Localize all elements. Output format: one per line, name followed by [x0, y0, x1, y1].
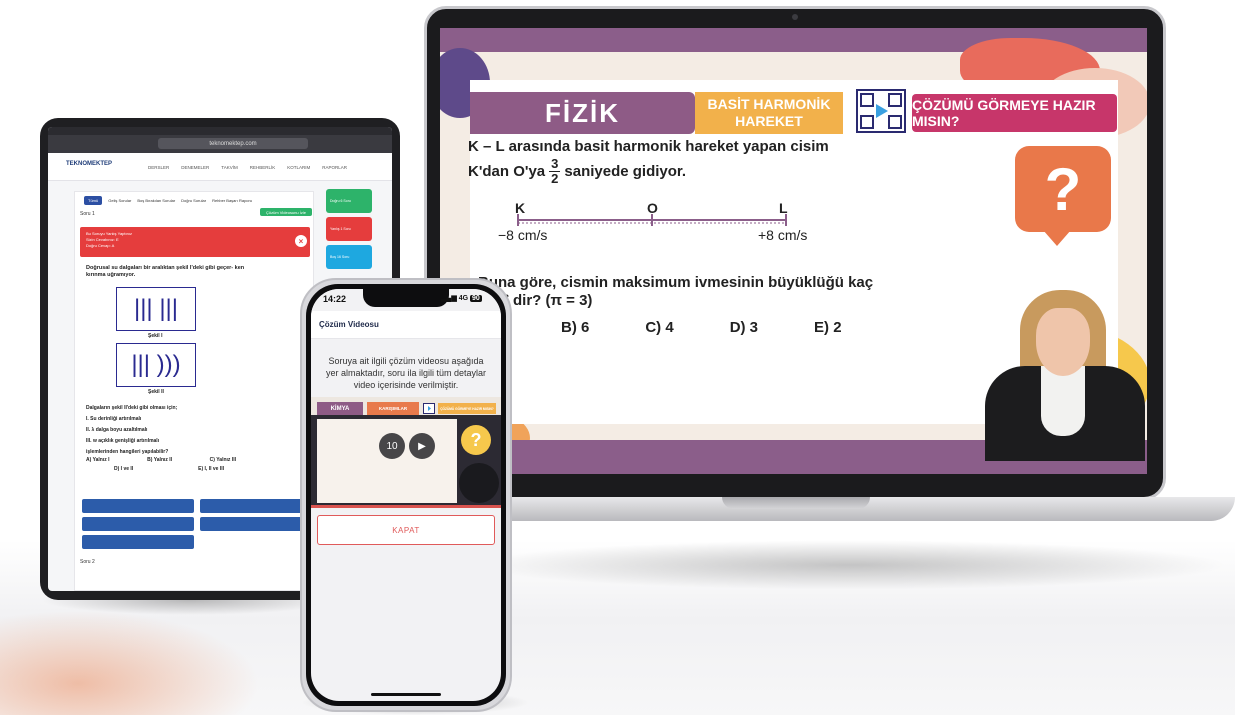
video-cta: ÇÖZÜMÜ GÖRMEYE HAZIR MISIN? — [438, 403, 496, 414]
answer-button[interactable] — [200, 517, 312, 531]
laptop-shadow — [470, 540, 1230, 590]
url-bar[interactable]: teknomektep.com — [158, 138, 308, 149]
video-question-card — [317, 419, 457, 503]
question-text: K'dan O'ya — [468, 163, 546, 180]
question-mark-icon: ? — [461, 425, 491, 455]
clock: 14:22 — [323, 294, 347, 304]
answer-button[interactable] — [200, 499, 312, 513]
nav-item-denemeler[interactable]: DENEMELER — [181, 165, 209, 170]
fraction-denominator: 2 — [551, 171, 559, 186]
option-b: B) Yalnız II — [147, 457, 173, 463]
replay-10-icon[interactable]: 10 — [379, 433, 405, 459]
correct-count-card[interactable]: Doğru 6 Soru — [326, 189, 372, 213]
wrong-answer-alert: Bu Soruyu Yanlış Yaptınız Sizin Cevabını… — [80, 227, 310, 257]
site-nav: DERSLER DENEMELER TAKVİM REHBERLİK KOTLA… — [148, 165, 347, 170]
nav-item-raporlar[interactable]: RAPORLAR — [322, 165, 347, 170]
presenter-shirt — [1041, 366, 1085, 436]
question-filters: Tümü Geliş Sorular Boş Bırakılan Sorular… — [84, 196, 252, 205]
option-c: C) Yalnız III — [209, 457, 236, 463]
nav-item-rehberlik[interactable]: REHBERLİK — [250, 165, 276, 170]
floor-glow — [0, 610, 260, 715]
qr-code-icon — [856, 89, 906, 133]
qr-code-icon — [423, 403, 435, 414]
topic-title: BASİT HARMONİK HAREKET — [695, 92, 843, 134]
play-icon[interactable]: ▶ — [409, 433, 435, 459]
presenter-thumbnail — [459, 463, 499, 503]
question-line-1: K – L arasında basit harmonik hareket ya… — [468, 138, 829, 155]
filter-empty[interactable]: Boş Bırakılan Sorular — [137, 198, 175, 203]
tablet-answer-options: A) Yalnız I B) Yalnız II C) Yalnız III D… — [86, 457, 266, 472]
option-b: B) 6 — [561, 319, 590, 336]
fraction-numerator: 3 — [549, 156, 561, 172]
modal-description: Soruya ait ilgili çözüm videosu aşağıda … — [325, 356, 487, 390]
answer-button[interactable] — [82, 517, 194, 531]
nav-item-dersler[interactable]: DERSLER — [148, 165, 169, 170]
option-c: C) 4 — [645, 319, 674, 336]
laptop-notch — [722, 497, 870, 509]
figure-1: ||| ||| — [116, 287, 196, 331]
figure-2: ||| ))) — [116, 343, 196, 387]
answer-button[interactable] — [82, 499, 194, 513]
nav-item-kotlarim[interactable]: KOTLARIM — [287, 165, 310, 170]
question-text: Doğrusal su dalgaları bir aralıktan şeki… — [86, 265, 245, 278]
close-icon[interactable]: × — [295, 235, 307, 247]
list-item: III. w açıklık genişliği artırılmalı — [86, 438, 160, 444]
speed-left: −8 cm/s — [498, 227, 548, 243]
network-label: 4G — [458, 295, 469, 302]
option-e: E) I, II ve III — [198, 466, 224, 472]
answer-button[interactable] — [82, 535, 194, 549]
list-item: II. λ dalga boyu azaltılmalı — [86, 427, 148, 433]
site-logo[interactable]: TEKNOMEKTEP — [66, 161, 112, 167]
option-d: D) 3 — [729, 319, 759, 336]
question-mark-icon: ? — [1044, 155, 1082, 223]
figure-1-label: Şekil I — [148, 333, 163, 339]
speed-right: +8 cm/s — [758, 227, 808, 243]
empty-count-card[interactable]: Boş 16 Soru — [326, 245, 372, 269]
list-header: Dalgaların şekil II'deki gibi olması içi… — [86, 405, 178, 411]
status-bar — [48, 127, 392, 135]
figure-2-label: Şekil II — [148, 389, 164, 395]
filter-all[interactable]: Tümü — [84, 196, 103, 205]
home-indicator[interactable] — [371, 693, 441, 696]
subject-title: FİZİK — [470, 92, 695, 134]
camera-icon — [792, 14, 798, 20]
wrong-count-card[interactable]: Yanlış 1 Soru — [326, 217, 372, 241]
phone-notch — [363, 289, 449, 307]
option-d: D) I ve II — [114, 466, 134, 472]
alert-correct-answer: Doğru Cevap: A — [86, 243, 115, 248]
modal-title: Çözüm Videosu — [319, 320, 379, 329]
statement-list: Dalgaların şekil II'deki gibi olması içi… — [86, 403, 266, 458]
video-progress-bar[interactable] — [311, 505, 501, 508]
video-topic: KARIŞIMLAR — [367, 402, 419, 415]
solution-video-player[interactable]: KİMYA KARIŞIMLAR ÇÖZÜMÜ GÖRMEYE HAZIR MI… — [311, 397, 501, 505]
presenter-face — [1036, 308, 1090, 376]
battery-level: 90 — [469, 295, 482, 302]
video-subject: KİMYA — [317, 402, 363, 415]
question-number-2: Soru 2 — [80, 559, 95, 565]
list-item: I. Su derinliği artırılmalı — [86, 416, 142, 422]
nav-item-takvim[interactable]: TAKVİM — [221, 165, 237, 170]
filter-report[interactable]: Rehber Başarı Raporu — [212, 198, 252, 203]
question-line-2: K'dan O'ya 3 2 saniyede gidiyor. — [468, 157, 686, 186]
answer-options: B) 6 C) 4 D) 3 E) 2 — [561, 319, 842, 336]
fraction: 3 2 — [549, 156, 561, 186]
laptop-screen: FİZİK BASİT HARMONİK HAREKET ÇÖZÜMÜ GÖRM… — [440, 28, 1147, 474]
option-a: A) Yalnız I — [86, 457, 110, 463]
phone-screen: 14:22 ▂▄▆ 4G 90 Çözüm Videosu Soruya ait… — [311, 289, 501, 701]
status-icons: ▂▄▆ 4G 90 — [441, 294, 482, 302]
signal-icon: ▂▄▆ — [441, 295, 457, 302]
question-line-3: Buna göre, cismin maksimum ivmesinin büy… — [478, 274, 874, 291]
filter-correct[interactable]: Doğru Sorular — [181, 198, 206, 203]
question-text: saniyede gidiyor. — [564, 163, 687, 180]
watch-solution-banner: ÇÖZÜMÜ GÖRMEYE HAZIR MISIN? — [912, 94, 1117, 132]
close-button[interactable]: KAPAT — [317, 515, 495, 545]
option-e: E) 2 — [814, 319, 842, 336]
question-number: Soru 1 — [80, 211, 95, 217]
filter-wrong[interactable]: Geliş Sorular — [108, 198, 131, 203]
watch-solution-button[interactable]: Çözüm Videosunu İzle — [260, 208, 312, 216]
segment-kl — [517, 214, 787, 226]
